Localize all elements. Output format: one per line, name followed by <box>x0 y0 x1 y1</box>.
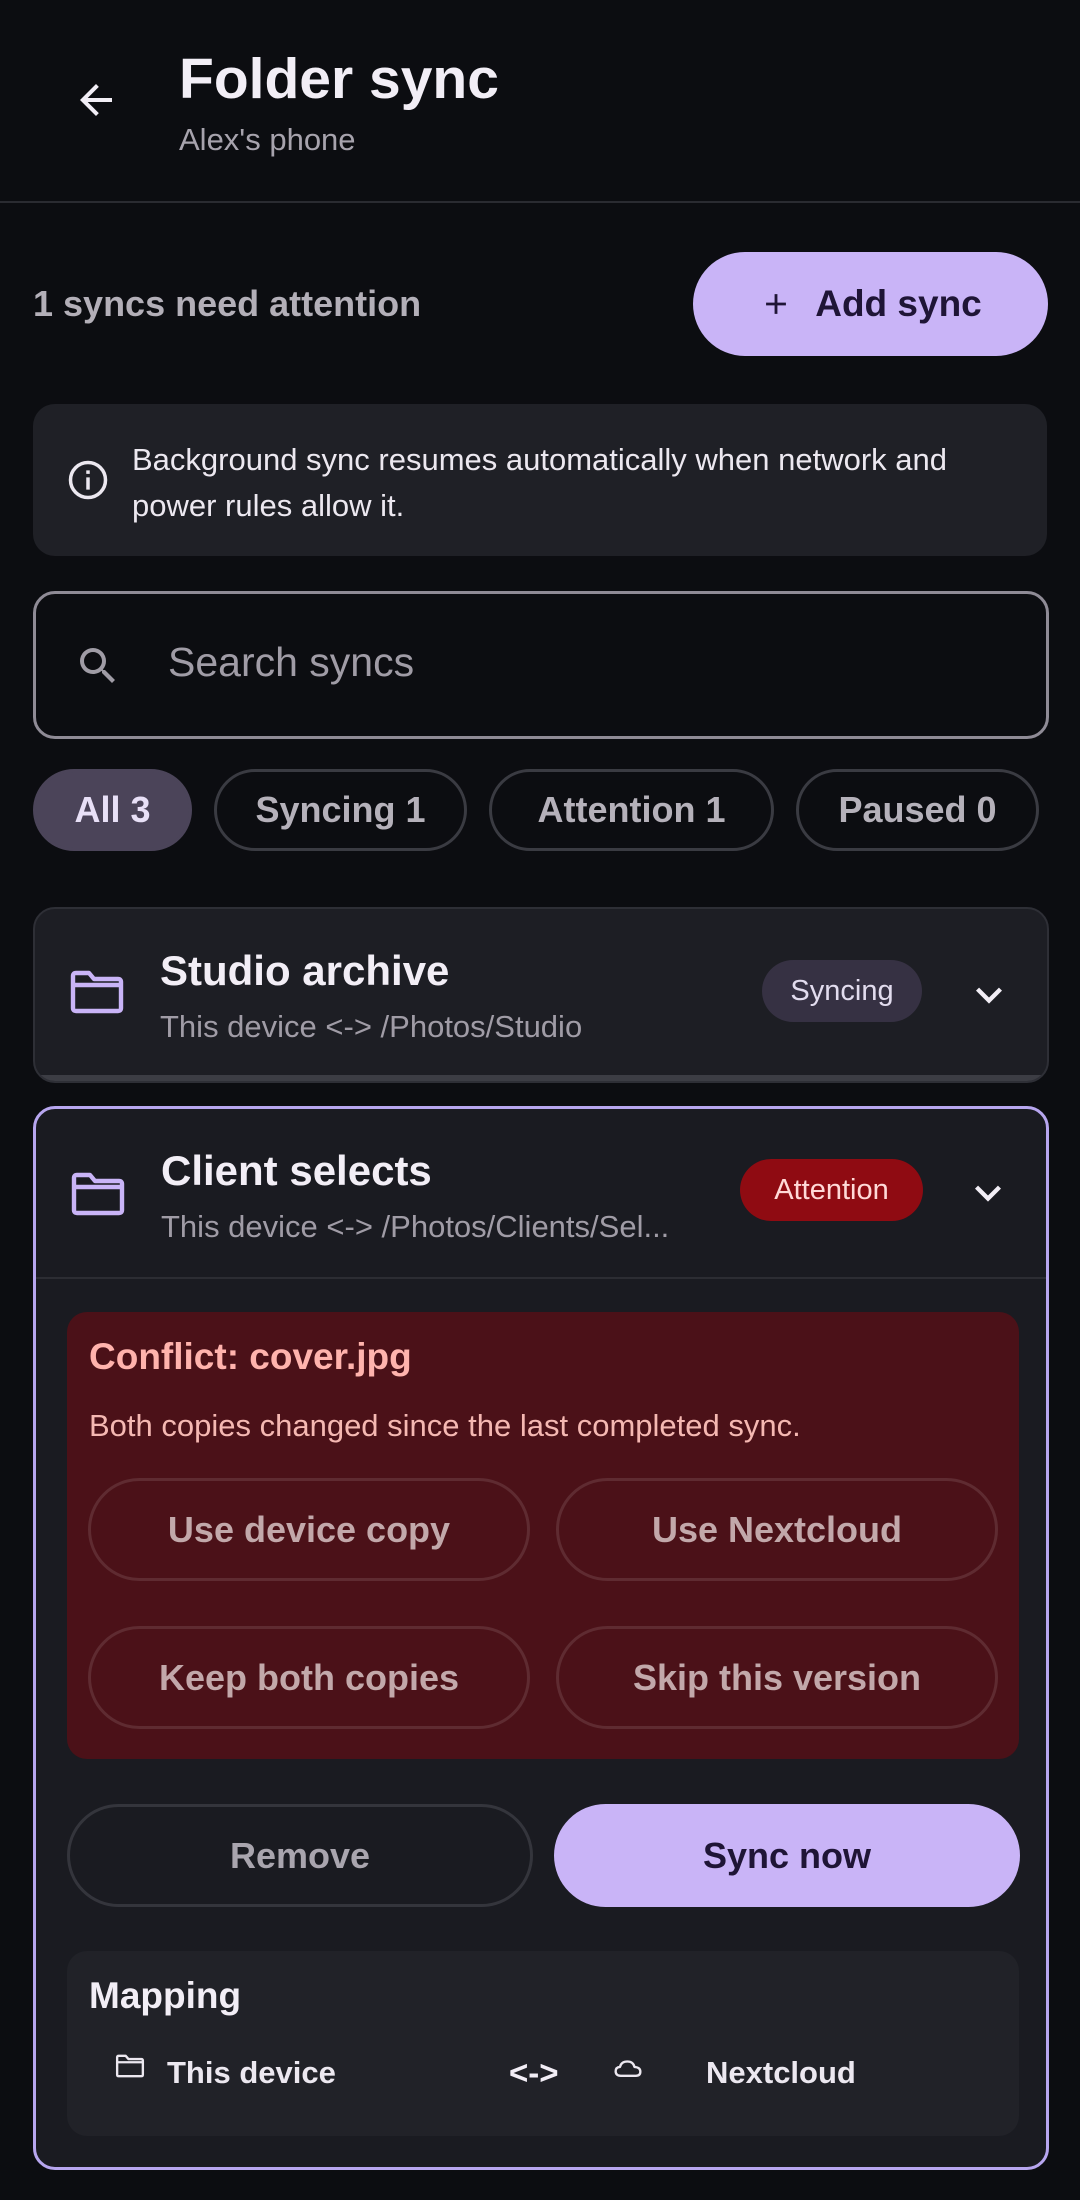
filter-chip-all[interactable]: All 3 <box>33 769 192 851</box>
folder-icon <box>69 969 125 1015</box>
device-name: Alex's phone <box>179 122 356 157</box>
use-nextcloud-button[interactable]: Use Nextcloud <box>556 1478 998 1581</box>
mapping-remote: Nextcloud <box>706 2055 856 2090</box>
filter-chip-attention[interactable]: Attention 1 <box>489 769 774 851</box>
mapping-title: Mapping <box>89 1975 242 2016</box>
card-progress-bar <box>35 1075 1047 1081</box>
filter-chip-paused[interactable]: Paused 0 <box>796 769 1039 851</box>
folder-small-icon <box>115 2053 145 2079</box>
search-field[interactable] <box>33 591 1049 739</box>
info-banner: Background sync resumes automatically wh… <box>33 404 1047 556</box>
chevron-down-icon <box>975 1185 1001 1202</box>
sync-card-studio-archive[interactable]: Studio archive This device <-> /Photos/S… <box>33 907 1049 1083</box>
mapping-local: This device <box>167 2055 336 2090</box>
sync-path: This device <-> /Photos/Studio <box>160 1009 583 1044</box>
conflict-panel: Conflict: cover.jpg Both copies changed … <box>67 1312 1019 1759</box>
keep-both-copies-button[interactable]: Keep both copies <box>88 1626 530 1729</box>
chevron-down-icon <box>976 987 1002 1004</box>
collapse-button[interactable] <box>962 1167 1014 1219</box>
sync-name: Studio archive <box>160 947 450 994</box>
expand-button[interactable] <box>963 969 1015 1021</box>
conflict-title: Conflict: cover.jpg <box>89 1336 412 1377</box>
status-badge: Attention <box>740 1159 923 1221</box>
search-icon <box>74 642 122 690</box>
arrow-back-icon <box>80 84 112 116</box>
sync-name: Client selects <box>161 1147 432 1194</box>
mapping-panel: Mapping This device <-> Nextcloud <box>67 1951 1019 2136</box>
sync-now-button[interactable]: Sync now <box>554 1804 1020 1907</box>
search-input[interactable] <box>168 632 1008 692</box>
info-icon <box>67 459 109 501</box>
page-title: Folder sync <box>179 47 499 111</box>
mapping-arrow: <-> <box>509 2054 559 2091</box>
folder-icon <box>70 1171 126 1217</box>
sync-path: This device <-> /Photos/Clients/Sel... <box>161 1209 670 1244</box>
add-sync-button[interactable]: Add sync <box>693 252 1048 356</box>
use-device-copy-button[interactable]: Use device copy <box>88 1478 530 1581</box>
conflict-description: Both copies changed since the last compl… <box>89 1408 801 1443</box>
cloud-icon <box>612 2055 644 2081</box>
banner-text: Background sync resumes automatically wh… <box>132 442 948 523</box>
plus-icon <box>766 294 787 314</box>
top-app-bar: Folder sync Alex's phone <box>0 0 1080 203</box>
filter-chip-syncing[interactable]: Syncing 1 <box>214 769 467 851</box>
remove-button[interactable]: Remove <box>67 1804 533 1907</box>
add-sync-label: Add sync <box>815 283 982 324</box>
card-divider <box>36 1277 1046 1279</box>
attention-summary: 1 syncs need attention <box>33 283 422 324</box>
skip-this-version-button[interactable]: Skip this version <box>556 1626 998 1729</box>
back-button[interactable] <box>56 60 136 140</box>
status-badge: Syncing <box>762 960 922 1022</box>
sync-card-client-selects: Client selects This device <-> /Photos/C… <box>33 1106 1049 2170</box>
